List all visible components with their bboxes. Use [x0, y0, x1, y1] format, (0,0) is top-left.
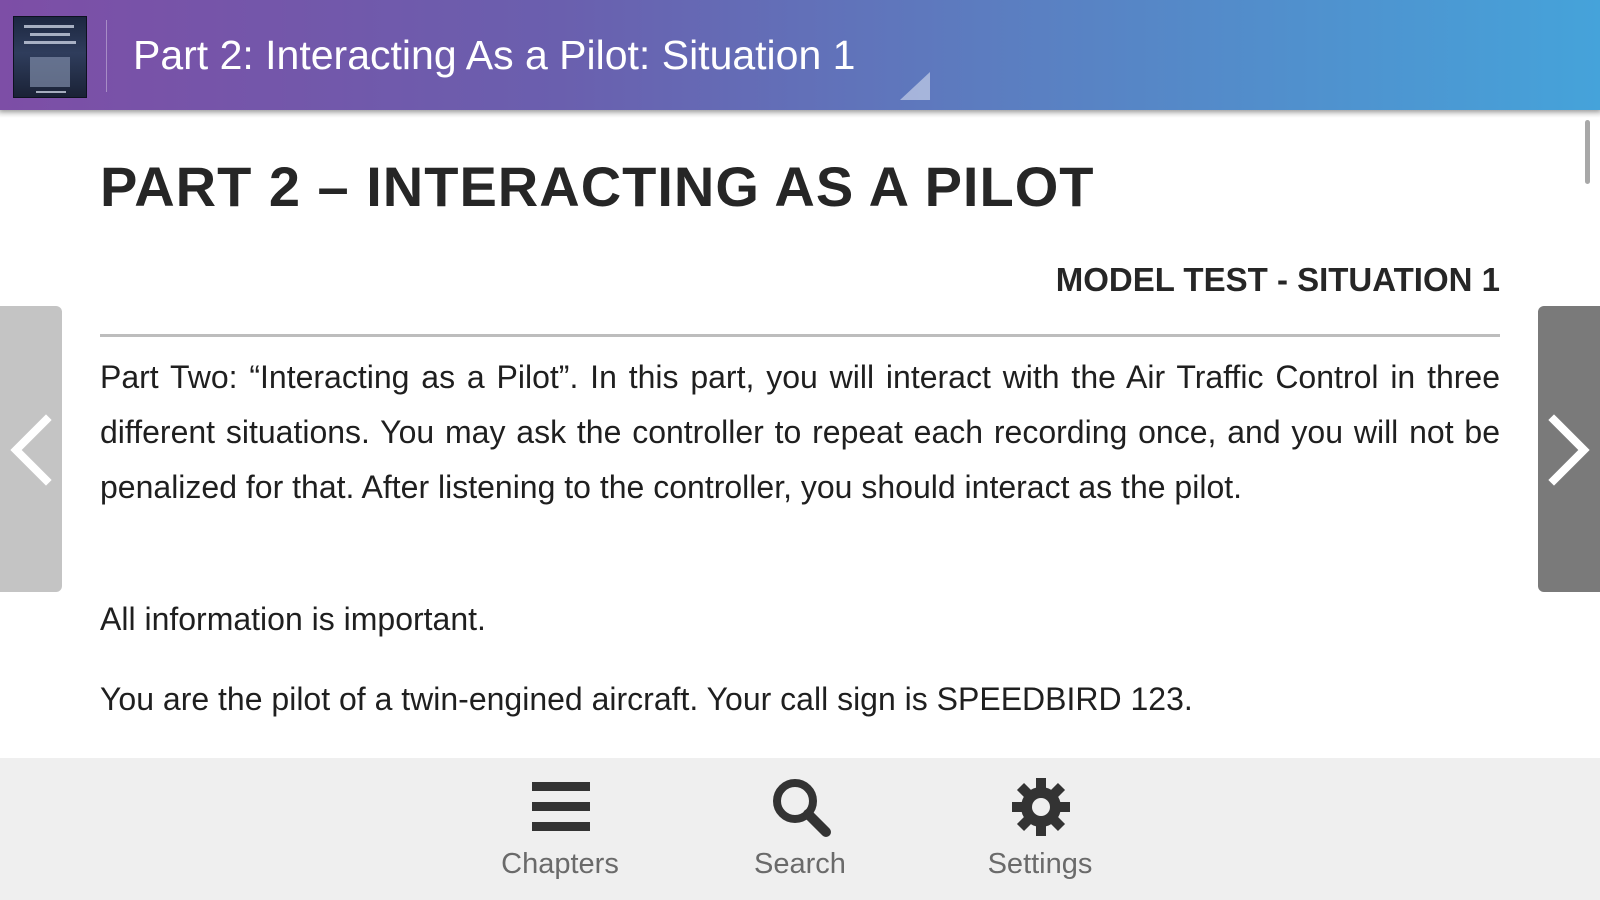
chapter-content: PART 2 – INTERACTING AS A PILOT MODEL TE…	[0, 118, 1600, 758]
page-heading: PART 2 – INTERACTING AS A PILOT	[100, 155, 1095, 218]
chevron-left-icon	[10, 414, 52, 486]
chapters-label: Chapters	[501, 848, 619, 880]
search-icon	[773, 779, 831, 837]
search-button[interactable]: Search	[700, 776, 900, 886]
scrollbar[interactable]	[1585, 120, 1590, 184]
settings-button[interactable]: Settings	[940, 776, 1140, 886]
previous-page-button[interactable]	[0, 306, 62, 592]
info-paragraph: All information is important.	[100, 601, 486, 637]
menu-icon	[532, 782, 590, 831]
book-cover-thumbnail[interactable]	[13, 16, 87, 98]
intro-paragraph: Part Two: “Interacting as a Pilot”. In t…	[100, 359, 1500, 505]
section-subheading: MODEL TEST - SITUATION 1	[1055, 261, 1500, 298]
callsign-paragraph: You are the pilot of a twin-engined airc…	[100, 681, 1193, 717]
bottom-toolbar: Chapters Search Settings	[0, 758, 1600, 900]
header-shadow	[0, 110, 1600, 118]
dropdown-corner-icon[interactable]	[900, 72, 930, 100]
divider-rule	[100, 334, 1500, 337]
app-header: Part 2: Interacting As a Pilot: Situatio…	[0, 0, 1600, 110]
header-divider	[106, 20, 107, 92]
settings-label: Settings	[987, 848, 1093, 880]
next-page-button[interactable]	[1538, 306, 1600, 592]
gear-icon	[1012, 778, 1070, 836]
chevron-right-icon	[1548, 414, 1590, 486]
search-label: Search	[754, 848, 846, 880]
chapters-button[interactable]: Chapters	[460, 776, 660, 886]
reader-app: Part 2: Interacting As a Pilot: Situatio…	[0, 0, 1600, 900]
chapter-title[interactable]: Part 2: Interacting As a Pilot: Situatio…	[133, 30, 855, 80]
